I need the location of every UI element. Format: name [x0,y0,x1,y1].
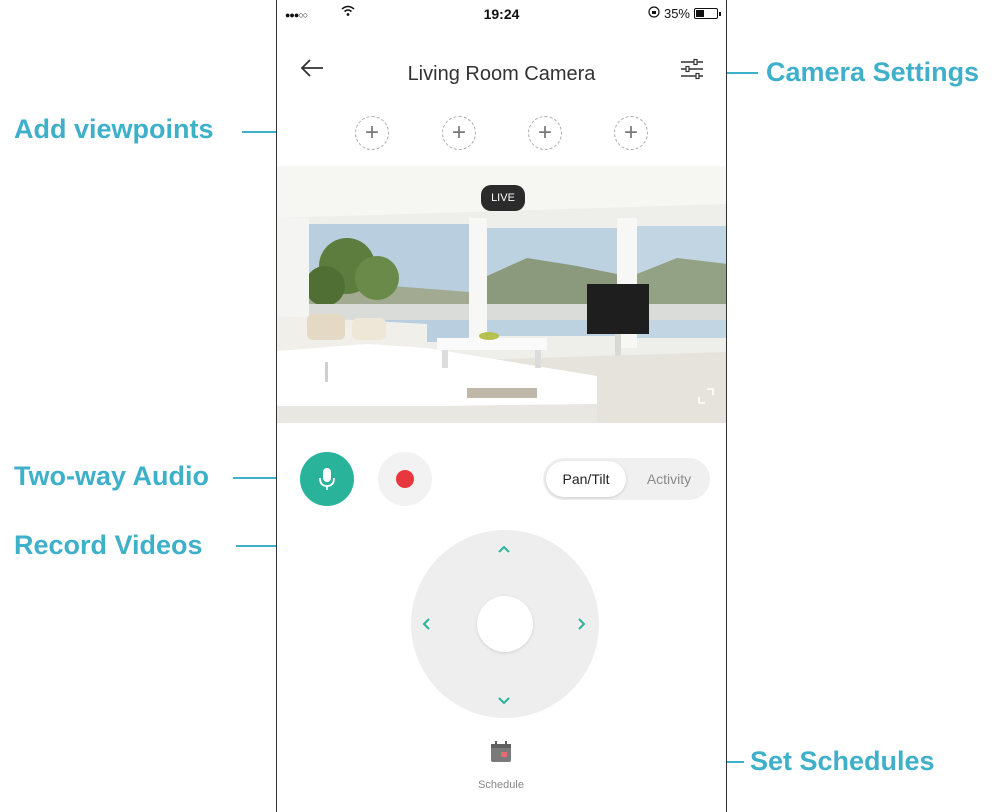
battery-percent: 35% [663,6,690,21]
pan-up-button[interactable] [497,542,511,558]
tab-activity[interactable]: Activity [633,461,705,497]
live-video-feed[interactable]: LIVE [277,166,726,423]
add-viewpoint-button-1[interactable]: + [355,116,389,150]
fullscreen-icon [698,388,714,404]
add-viewpoint-button-4[interactable]: + [614,116,648,150]
add-viewpoint-button-3[interactable]: + [528,116,562,150]
schedule-button[interactable]: Schedule [469,740,533,791]
plus-icon: + [623,119,638,146]
calendar-icon [491,741,511,762]
chevron-right-icon [578,618,586,630]
camera-settings-button[interactable] [680,58,704,85]
joystick-knob[interactable] [477,596,533,652]
record-video-button[interactable] [378,452,432,506]
pan-left-button[interactable] [421,617,431,635]
fullscreen-button[interactable] [698,388,714,409]
mode-switch: Pan/Tilt Activity [543,458,710,500]
record-dot-icon [396,470,414,488]
pan-tilt-joystick[interactable] [411,530,599,718]
chevron-up-icon [498,545,510,553]
plus-icon: + [364,119,379,146]
two-way-audio-button[interactable] [300,452,354,506]
tab-pan-tilt[interactable]: Pan/Tilt [546,461,626,497]
schedule-label: Schedule [478,779,524,791]
live-badge: LIVE [481,185,525,211]
page-title: Living Room Camera [407,63,596,85]
callout-camera-settings: Camera Settings [766,57,980,87]
callout-add-viewpoints: Add viewpoints [14,114,214,144]
battery-group: 35% [648,6,721,21]
battery-icon [694,8,721,19]
pan-right-button[interactable] [577,617,587,635]
add-viewpoint-button-2[interactable]: + [442,116,476,150]
plus-icon: + [537,119,552,146]
nav-bar: Living Room Camera [277,50,726,94]
chevron-down-icon [498,697,510,705]
plus-icon: + [451,119,466,146]
callout-record-videos: Record Videos [14,530,203,560]
status-bar: ●●●○○ 19:24 35% [277,0,726,28]
callout-set-schedules: Set Schedules [750,746,935,776]
phone-screen: ●●●○○ 19:24 35% Living Room Camera + + +… [276,0,727,812]
chevron-left-icon [422,618,430,630]
sliders-icon [681,58,703,80]
pan-down-button[interactable] [497,694,511,710]
microphone-icon [319,468,335,490]
callout-two-way-audio: Two-way Audio [14,461,209,491]
orientation-lock-icon [648,6,660,21]
